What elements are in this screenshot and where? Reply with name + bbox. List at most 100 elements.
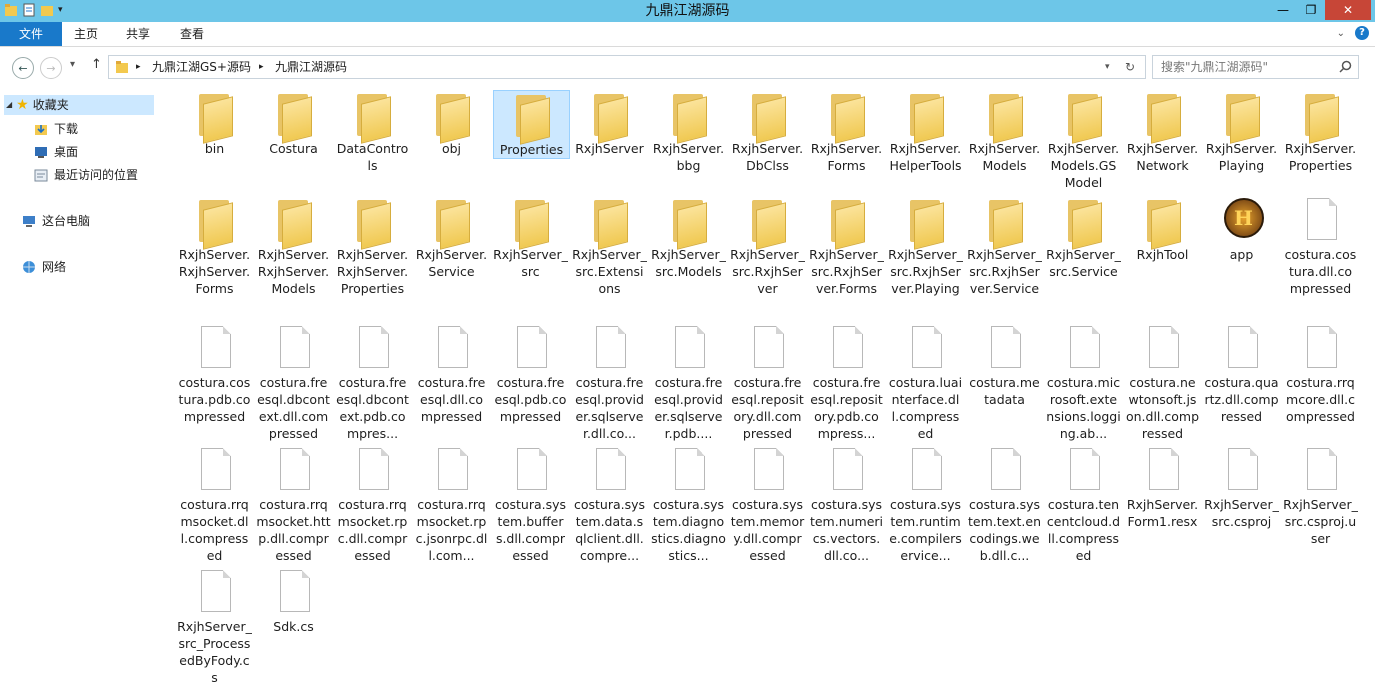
- folder-item[interactable]: DataControls: [335, 90, 410, 174]
- folder-item[interactable]: RxjhServer.RxjhServer.Models: [256, 196, 331, 297]
- folder-icon: [272, 90, 316, 144]
- chevron-down-icon[interactable]: ◢: [6, 95, 12, 115]
- recent-locations-button[interactable]: ▾: [70, 59, 75, 70]
- breadcrumb-chevron-icon[interactable]: ▸: [136, 56, 141, 78]
- file-item[interactable]: costura.rrqmsocket.rpc.dll.compressed: [335, 446, 410, 564]
- folder-item[interactable]: RxjhServer.bbg: [651, 90, 726, 174]
- file-item[interactable]: costura.freesql.dll.compressed: [414, 324, 489, 425]
- file-item[interactable]: costura.system.text.encodings.web.dll.c.…: [967, 446, 1042, 564]
- sidebar-item-downloads[interactable]: 下载: [34, 119, 78, 139]
- file-item[interactable]: costura.rrqmsocket.dll.compressed: [177, 446, 252, 564]
- address-dropdown-icon[interactable]: ▾: [1105, 56, 1110, 78]
- minimize-button[interactable]: —: [1269, 0, 1297, 20]
- close-button[interactable]: ✕: [1325, 0, 1371, 20]
- folder-item[interactable]: RxjhServer_src.Service: [1046, 196, 1121, 280]
- up-button[interactable]: ↑: [91, 57, 102, 72]
- folder-item[interactable]: RxjhServer_src.RxjhServer.Forms: [809, 196, 884, 297]
- search-icon[interactable]: [1339, 60, 1352, 73]
- help-icon[interactable]: ?: [1355, 26, 1369, 40]
- file-item[interactable]: costura.newtonsoft.json.dll.compressed: [1125, 324, 1200, 442]
- file-item[interactable]: costura.system.numerics.vectors.dll.co..…: [809, 446, 884, 564]
- refresh-button[interactable]: ↻: [1125, 56, 1135, 78]
- folder-item[interactable]: RxjhServer.Playing: [1204, 90, 1279, 174]
- file-name: costura.freesql.dbcontext.dll.compressed: [257, 375, 330, 441]
- file-item[interactable]: costura.system.diagnostics.diagnostics..…: [651, 446, 726, 564]
- folder-item[interactable]: RxjhServer.DbClss: [730, 90, 805, 174]
- forward-button[interactable]: →: [40, 57, 62, 79]
- file-item[interactable]: RxjhServer_src.csproj.user: [1283, 446, 1358, 547]
- sidebar-item-label: 这台电脑: [42, 214, 91, 228]
- folder-item[interactable]: RxjhServer_src.RxjhServer.Playing: [888, 196, 963, 297]
- folder-icon: [1062, 90, 1106, 144]
- file-item[interactable]: costura.freesql.dbcontext.dll.compressed: [256, 324, 331, 442]
- expand-ribbon-icon[interactable]: ⌄: [1337, 28, 1345, 39]
- folder-item[interactable]: RxjhServer.Service: [414, 196, 489, 280]
- file-item[interactable]: costura.metadata: [967, 324, 1042, 408]
- file-item[interactable]: Sdk.cs: [256, 568, 331, 635]
- folder-item[interactable]: RxjhServer.RxjhServer.Properties: [335, 196, 410, 297]
- file-item[interactable]: costura.microsoft.extensions.logging.ab.…: [1046, 324, 1121, 442]
- file-item[interactable]: costura.rrqmsocket.http.dll.compressed: [256, 446, 331, 564]
- sidebar-item-network[interactable]: 网络: [22, 257, 66, 277]
- breadcrumb-part[interactable]: 九鼎江湖源码: [275, 56, 347, 78]
- file-item[interactable]: costura.quartz.dll.compressed: [1204, 324, 1279, 425]
- file-item[interactable]: costura.system.memory.dll.compressed: [730, 446, 805, 564]
- tab-share[interactable]: 共享: [122, 22, 154, 46]
- back-button[interactable]: ←: [12, 57, 34, 79]
- search-box[interactable]: 搜索"九鼎江湖源码": [1152, 55, 1359, 79]
- file-item[interactable]: costura.freesql.provider.sqlserver.dll.c…: [572, 324, 647, 442]
- file-icon: [1220, 446, 1264, 494]
- sidebar-item-desktop[interactable]: 桌面: [34, 142, 78, 162]
- folder-icon: [746, 196, 790, 250]
- folder-item[interactable]: RxjhServer.Network: [1125, 90, 1200, 174]
- folder-item[interactable]: RxjhServer.Models.GSModel: [1046, 90, 1121, 191]
- sidebar-item-this-pc[interactable]: 这台电脑: [22, 211, 90, 231]
- breadcrumb-chevron-icon[interactable]: ▸: [259, 56, 264, 78]
- file-item[interactable]: costura.system.data.sqlclient.dll.compre…: [572, 446, 647, 564]
- file-item[interactable]: costura.freesql.repository.dll.compresse…: [730, 324, 805, 442]
- maximize-button[interactable]: ❐: [1297, 0, 1325, 20]
- folder-item[interactable]: RxjhServer_src.RxjhServer: [730, 196, 805, 297]
- folder-item[interactable]: RxjhServer_src.Models: [651, 196, 726, 280]
- file-item[interactable]: costura.system.runtime.compilerservice..…: [888, 446, 963, 564]
- folder-item[interactable]: RxjhServer: [572, 90, 647, 157]
- folder-item[interactable]: RxjhServer_src: [493, 196, 568, 280]
- search-input[interactable]: 搜索"九鼎江湖源码": [1161, 56, 1268, 78]
- folder-item[interactable]: RxjhServer.Models: [967, 90, 1042, 174]
- folder-item[interactable]: RxjhServer.HelperTools: [888, 90, 963, 174]
- file-item[interactable]: costura.freesql.repository.pdb.compress.…: [809, 324, 884, 442]
- folder-item[interactable]: RxjhServer.Properties: [1283, 90, 1358, 174]
- window-title: 九鼎江湖源码: [645, 3, 730, 19]
- file-item[interactable]: RxjhServer_src.csproj: [1204, 446, 1279, 530]
- sidebar-item-recent-places[interactable]: 最近访问的位置: [34, 165, 138, 185]
- folder-item[interactable]: RxjhServer.RxjhServer.Forms: [177, 196, 252, 297]
- folder-item[interactable]: RxjhServer_src.RxjhServer.Service: [967, 196, 1042, 297]
- file-item[interactable]: costura.costura.dll.compressed: [1283, 196, 1358, 297]
- folder-icon: [193, 196, 237, 250]
- file-item[interactable]: costura.rrqmsocket.rpc.jsonrpc.dll.com..…: [414, 446, 489, 564]
- breadcrumb-part[interactable]: 九鼎江湖GS+源码: [152, 56, 251, 78]
- folder-item[interactable]: bin: [177, 90, 252, 157]
- file-item[interactable]: RxjhServer_src_ProcessedByFody.cs: [177, 568, 252, 686]
- file-item[interactable]: costura.luainterface.dll.compressed: [888, 324, 963, 442]
- folder-item[interactable]: RxjhServer.Forms: [809, 90, 884, 174]
- file-item[interactable]: costura.freesql.provider.sqlserver.pdb..…: [651, 324, 726, 442]
- folder-item[interactable]: Properties: [493, 90, 570, 159]
- file-item[interactable]: costura.tencentcloud.dll.compressed: [1046, 446, 1121, 564]
- file-item[interactable]: Happ: [1204, 196, 1279, 263]
- folder-item[interactable]: obj: [414, 90, 489, 157]
- file-item[interactable]: costura.freesql.dbcontext.pdb.compres...: [335, 324, 410, 442]
- file-item[interactable]: RxjhServer.Form1.resx: [1125, 446, 1200, 530]
- tab-view[interactable]: 查看: [176, 22, 208, 46]
- folder-item[interactable]: RxjhTool: [1125, 196, 1200, 263]
- tab-home[interactable]: 主页: [70, 22, 102, 46]
- file-item[interactable]: costura.costura.pdb.compressed: [177, 324, 252, 425]
- address-bar[interactable]: ▸ 九鼎江湖GS+源码 ▸ 九鼎江湖源码 ▾ ↻: [108, 55, 1146, 79]
- folder-item[interactable]: Costura: [256, 90, 331, 157]
- sidebar-item-favorites[interactable]: ◢ ★ 收藏夹: [4, 95, 154, 115]
- folder-item[interactable]: RxjhServer_src.Extensions: [572, 196, 647, 297]
- file-item[interactable]: costura.rrqmcore.dll.compressed: [1283, 324, 1358, 425]
- file-item[interactable]: costura.freesql.pdb.compressed: [493, 324, 568, 425]
- file-item[interactable]: costura.system.buffers.dll.compressed: [493, 446, 568, 564]
- tab-file[interactable]: 文件: [0, 22, 62, 46]
